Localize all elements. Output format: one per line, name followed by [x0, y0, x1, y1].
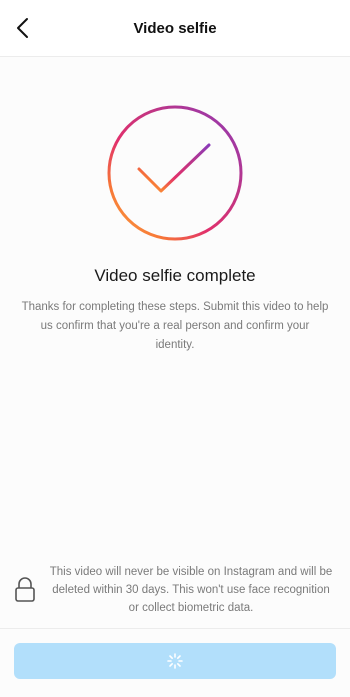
checkmark-circle-icon — [107, 105, 243, 241]
lock-icon — [15, 577, 35, 602]
privacy-text: This video will never be visible on Inst… — [49, 566, 333, 614]
complete-title: Video selfie complete — [94, 266, 256, 285]
spinner-icon — [167, 653, 183, 669]
page-title: Video selfie — [133, 19, 217, 37]
video-selfie-screen: Video selfie Video selfie complete Thank… — [0, 0, 350, 697]
privacy-notice: This video will never be visible on Inst… — [14, 562, 336, 618]
submit-button[interactable] — [14, 643, 336, 679]
top-bar: Video selfie — [0, 0, 350, 57]
complete-description: Thanks for completing these steps. Submi… — [21, 301, 329, 351]
chevron-left-icon — [17, 18, 28, 38]
back-button[interactable] — [8, 12, 40, 44]
divider — [0, 628, 350, 629]
